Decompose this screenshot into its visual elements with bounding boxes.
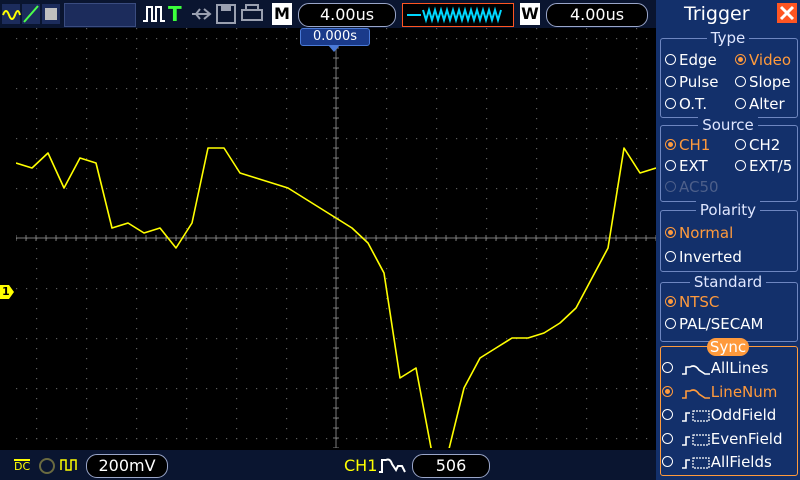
type-option-ot[interactable]: O.T. xyxy=(665,95,707,113)
standard-option-ntsc[interactable]: NTSC xyxy=(665,293,719,311)
panel-title-label: Trigger xyxy=(684,3,750,25)
volts-div-readout[interactable]: 200mV xyxy=(86,454,168,478)
close-button[interactable] xyxy=(777,3,797,23)
trigger-source-label: CH1 xyxy=(344,456,378,475)
save-icon[interactable] xyxy=(216,4,236,24)
channel-ground-marker[interactable]: 1 xyxy=(0,285,14,299)
sync-option-allfields[interactable]: AllFields xyxy=(662,452,772,472)
sync-option-linenum[interactable]: LineNum xyxy=(662,382,777,402)
video-trigger-icon xyxy=(379,458,406,473)
horizontal-mode-indicator: M xyxy=(272,3,292,25)
timebase-readout[interactable]: 4.00us xyxy=(298,3,396,27)
status-box-empty xyxy=(64,3,136,27)
source-option-ch1[interactable]: CH1 xyxy=(665,136,710,154)
odd-field-icon xyxy=(681,409,710,422)
math-waveform-icon xyxy=(2,4,60,24)
source-option-ch2[interactable]: CH2 xyxy=(735,136,780,154)
standard-group xyxy=(660,282,798,342)
bottom-status-bar: DC 200mV CH1 506 xyxy=(0,450,656,480)
run-state-indicator: T xyxy=(168,2,182,26)
sync-option-alllines[interactable]: AllLines xyxy=(662,358,768,378)
trigger-line-number-readout[interactable]: 506 xyxy=(412,454,490,478)
window-mode-indicator: W xyxy=(520,3,540,25)
sync-group-label: Sync xyxy=(707,338,749,356)
type-option-pulse[interactable]: Pulse xyxy=(665,73,719,91)
all-fields-icon xyxy=(681,456,710,469)
polarity-option-normal[interactable]: Normal xyxy=(665,224,733,242)
pulse-trigger-icon xyxy=(143,6,165,22)
sync-option-oddfield[interactable]: OddField xyxy=(662,405,776,425)
polarity-option-inverted[interactable]: Inverted xyxy=(665,248,742,266)
bandwidth-limit-icon xyxy=(39,458,55,474)
waveform-display[interactable] xyxy=(16,28,656,448)
type-option-alter[interactable]: Alter xyxy=(735,95,785,113)
type-option-slope[interactable]: Slope xyxy=(735,73,791,91)
channel-marker-label: 1 xyxy=(2,285,10,298)
window-timebase-readout[interactable]: 4.00us xyxy=(546,3,648,27)
even-field-icon xyxy=(681,433,710,446)
source-option-ac50: AC50 xyxy=(665,178,719,196)
type-option-edge[interactable]: Edge xyxy=(665,51,717,69)
type-group-label: Type xyxy=(656,29,800,47)
source-option-ext[interactable]: EXT xyxy=(665,157,708,175)
source-option-ext5[interactable]: EXT/5 xyxy=(735,157,792,175)
waveform-window-icon xyxy=(407,6,502,24)
line-number-icon xyxy=(681,388,710,399)
waveform-trace xyxy=(16,147,656,448)
standard-option-pal-secam[interactable]: PAL/SECAM xyxy=(665,315,763,333)
trigger-position-marker[interactable]: 0.000s xyxy=(300,28,370,46)
ch1-trace xyxy=(16,147,656,448)
usb-icon xyxy=(192,8,212,20)
line-pulse-icon xyxy=(681,364,710,375)
close-icon xyxy=(779,5,795,21)
trigger-menu-panel: Trigger Type Edge Video Pulse Slope O.T.… xyxy=(656,0,800,480)
horizontal-window-indicator xyxy=(402,3,514,27)
top-status-bar: T M 4.00us W 4.00us xyxy=(0,0,656,28)
coupling-indicator[interactable]: DC xyxy=(14,459,31,473)
type-option-video[interactable]: Video xyxy=(735,51,791,69)
source-group-label: Source xyxy=(656,116,800,134)
standard-group-label: Standard xyxy=(656,273,800,291)
invert-icon xyxy=(60,459,77,471)
sync-option-evenfield[interactable]: EvenField xyxy=(662,429,783,449)
printer-icon[interactable] xyxy=(240,4,264,24)
trigger-position-arrow-icon xyxy=(328,45,340,52)
polarity-group-label: Polarity xyxy=(656,201,800,219)
trigger-position-label: 0.000s xyxy=(313,29,357,44)
